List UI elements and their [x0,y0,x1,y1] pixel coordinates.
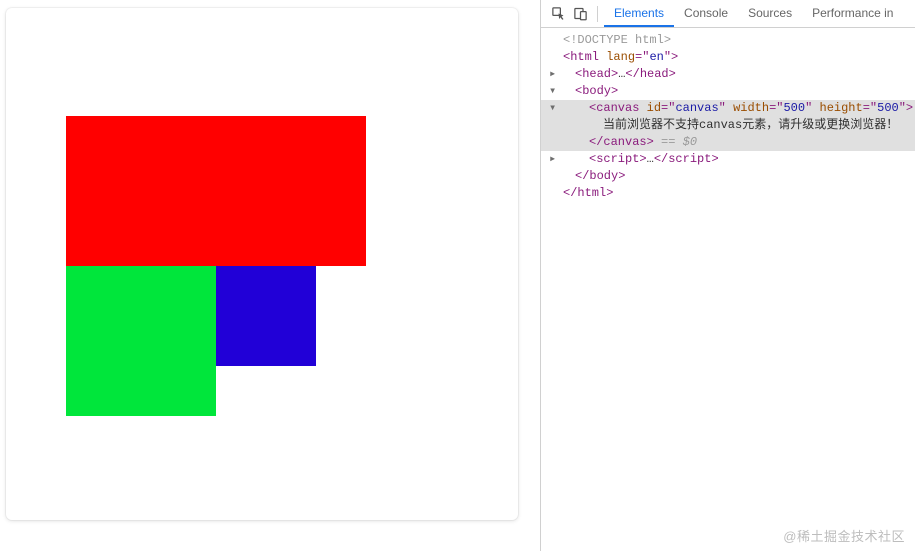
dom-head[interactable]: ▸<head>…</head> [541,66,915,83]
dom-html-open[interactable]: <html lang="en"> [541,49,915,66]
page-viewport [0,0,540,551]
tab-elements[interactable]: Elements [604,0,674,27]
devtools-panel: Elements Console Sources Performance in … [541,0,915,551]
dom-body-close[interactable]: </body> [541,168,915,185]
dom-canvas-text[interactable]: 当前浏览器不支持canvas元素，请升级或更换浏览器！ [541,117,915,134]
devtools-tabs: Elements Console Sources Performance in [604,0,903,27]
dom-body-open[interactable]: ▾<body> [541,83,915,100]
elements-tree[interactable]: <!DOCTYPE html> <html lang="en"> ▸<head>… [541,28,915,551]
watermark-text: @稀土掘金技术社区 [783,526,905,545]
toolbar-separator [597,6,598,22]
expand-arrow-icon[interactable]: ▸ [549,66,559,83]
tab-console[interactable]: Console [674,0,738,27]
canvas-card [6,8,518,520]
device-toolbar-icon[interactable] [569,3,591,25]
inspect-element-icon[interactable] [547,3,569,25]
dom-html-close[interactable]: </html> [541,185,915,202]
tab-performance[interactable]: Performance in [802,0,903,27]
devtools-toolbar: Elements Console Sources Performance in [541,0,915,28]
green-rectangle [66,266,216,416]
dom-canvas-close[interactable]: </canvas> == $0 [541,134,915,151]
blue-rectangle [216,266,316,366]
dom-canvas-open[interactable]: ⋯▾<canvas id="canvas" width="500" height… [541,100,915,117]
dom-script[interactable]: ▸<script>…</script> [541,151,915,168]
red-rectangle [66,116,366,266]
collapse-arrow-icon[interactable]: ▾ [549,83,559,100]
tab-sources[interactable]: Sources [738,0,802,27]
expand-arrow-icon[interactable]: ▸ [549,151,559,168]
dom-doctype[interactable]: <!DOCTYPE html> [541,32,915,49]
collapse-arrow-icon[interactable]: ▾ [549,100,559,117]
